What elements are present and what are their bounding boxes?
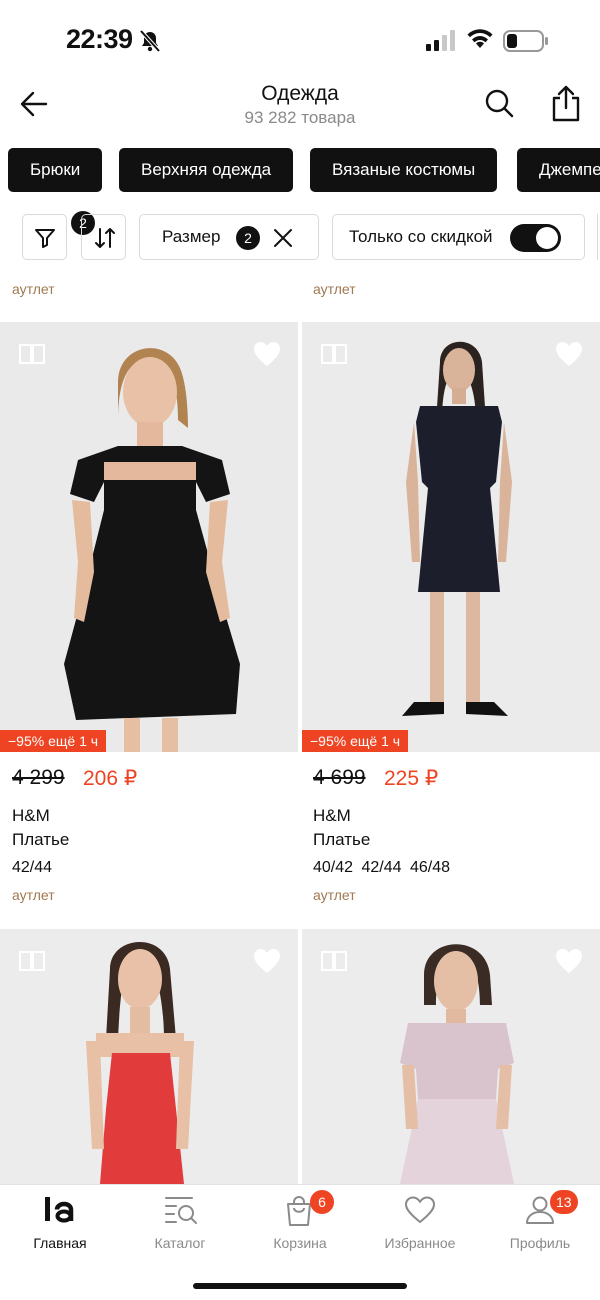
- discount-toggle[interactable]: [510, 224, 561, 252]
- cart-count-badge: 6: [310, 1190, 334, 1214]
- tab-catalog[interactable]: Каталог: [120, 1185, 240, 1265]
- product-image[interactable]: −95% ещё 1 ч: [302, 322, 600, 752]
- old-price: 4 299: [12, 766, 65, 789]
- battery-icon: [503, 29, 549, 58]
- profile-notification-badge: 13: [550, 1190, 578, 1214]
- outlet-label: аутлет: [313, 887, 356, 903]
- heart-icon: [404, 1196, 436, 1224]
- page-header: Одежда 93 282 товара: [0, 80, 600, 140]
- product-photo-navy-dress: [302, 322, 600, 752]
- heart-icon[interactable]: [252, 947, 282, 975]
- product-sizes: 40/42 42/44 46/48: [313, 859, 451, 876]
- tab-home[interactable]: Главная: [0, 1185, 120, 1265]
- product-type: Платье: [12, 830, 70, 849]
- la-logo-icon: [45, 1197, 74, 1223]
- product-type: Платье: [313, 830, 371, 849]
- share-button[interactable]: [548, 84, 584, 122]
- discount-filter-label: Только со скидкой: [349, 227, 493, 246]
- product-photo-black-dress: [0, 322, 298, 752]
- promo-badge: −95% ещё 1 ч: [0, 730, 107, 752]
- outlet-label: аутлет: [313, 281, 356, 297]
- sale-price: 225 ₽: [384, 767, 439, 790]
- status-bar: 22:39: [0, 0, 600, 80]
- tab-cart[interactable]: 6 Корзина: [240, 1185, 360, 1265]
- tab-label: Корзина: [273, 1235, 327, 1251]
- outlet-label: аутлет: [12, 281, 55, 297]
- lookbook-icon[interactable]: [320, 342, 348, 366]
- tab-label: Каталог: [154, 1235, 206, 1251]
- cellular-signal-icon: [426, 30, 458, 57]
- tab-label: Избранное: [384, 1235, 456, 1251]
- old-price: 4 699: [313, 766, 366, 789]
- product-image[interactable]: [302, 929, 600, 1184]
- category-chip[interactable]: Вязаные костюмы: [310, 148, 498, 192]
- share-icon: [552, 85, 580, 122]
- promo-badge: −95% ещё 1 ч: [302, 730, 409, 752]
- heart-icon[interactable]: [554, 340, 584, 368]
- heart-icon[interactable]: [252, 340, 282, 368]
- category-chip[interactable]: Верхняя одежда: [119, 148, 294, 192]
- product-brand: H&M: [313, 806, 351, 825]
- tab-favorites[interactable]: Избранное: [360, 1185, 480, 1265]
- sort-button[interactable]: [81, 214, 126, 260]
- size-filter-count: 2: [236, 226, 260, 250]
- size-filter[interactable]: Размер 2: [139, 214, 319, 260]
- tab-label: Главная: [33, 1235, 87, 1251]
- tab-label: Профиль: [509, 1235, 571, 1251]
- size-filter-label: Размер: [162, 227, 221, 246]
- filter-button[interactable]: 2: [22, 211, 95, 260]
- lookbook-icon[interactable]: [320, 949, 348, 973]
- discount-filter[interactable]: Только со скидкой: [332, 214, 585, 260]
- filter-bar: 2 Размер 2 Только со скидкой: [0, 211, 600, 260]
- sort-arrows-icon: [95, 228, 115, 248]
- search-button[interactable]: [482, 86, 516, 120]
- tab-profile[interactable]: 13 Профиль: [480, 1185, 600, 1265]
- product-image[interactable]: [0, 929, 298, 1184]
- product-sizes: 42/44: [12, 859, 53, 876]
- home-indicator: [193, 1283, 407, 1289]
- close-icon[interactable]: [272, 227, 294, 249]
- category-chips: Брюки Верхняя одежда Вязаные костюмы Дже…: [8, 148, 600, 192]
- lookbook-icon[interactable]: [18, 342, 46, 366]
- product-brand: H&M: [12, 806, 50, 825]
- heart-icon[interactable]: [554, 947, 584, 975]
- status-time: 22:39: [66, 24, 133, 54]
- search-icon: [485, 89, 514, 118]
- bell-muted-icon: [139, 29, 161, 57]
- outlet-label: аутлет: [12, 887, 55, 903]
- lookbook-icon[interactable]: [18, 949, 46, 973]
- category-chip[interactable]: Брюки: [8, 148, 103, 192]
- catalog-search-icon: [165, 1197, 197, 1224]
- product-image[interactable]: −95% ещё 1 ч: [0, 322, 298, 752]
- sale-price: 206 ₽: [83, 767, 138, 790]
- category-chip[interactable]: Джемпе: [517, 148, 600, 192]
- funnel-icon: [35, 229, 55, 248]
- wifi-icon: [466, 28, 494, 55]
